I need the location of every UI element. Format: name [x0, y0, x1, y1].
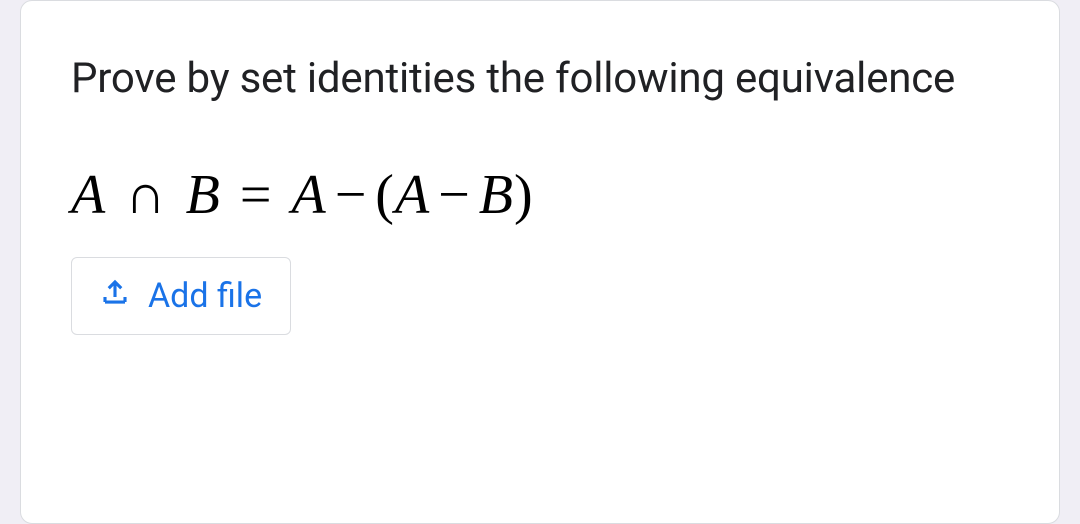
question-card: Prove by set identities the following eq… — [20, 0, 1060, 524]
add-file-label: Add file — [148, 276, 262, 316]
add-file-button[interactable]: Add file — [71, 257, 291, 335]
upload-icon — [100, 276, 130, 316]
equation: A ∩ B = A−(A−B) — [71, 163, 1009, 227]
question-prompt: Prove by set identities the following eq… — [71, 51, 1009, 108]
